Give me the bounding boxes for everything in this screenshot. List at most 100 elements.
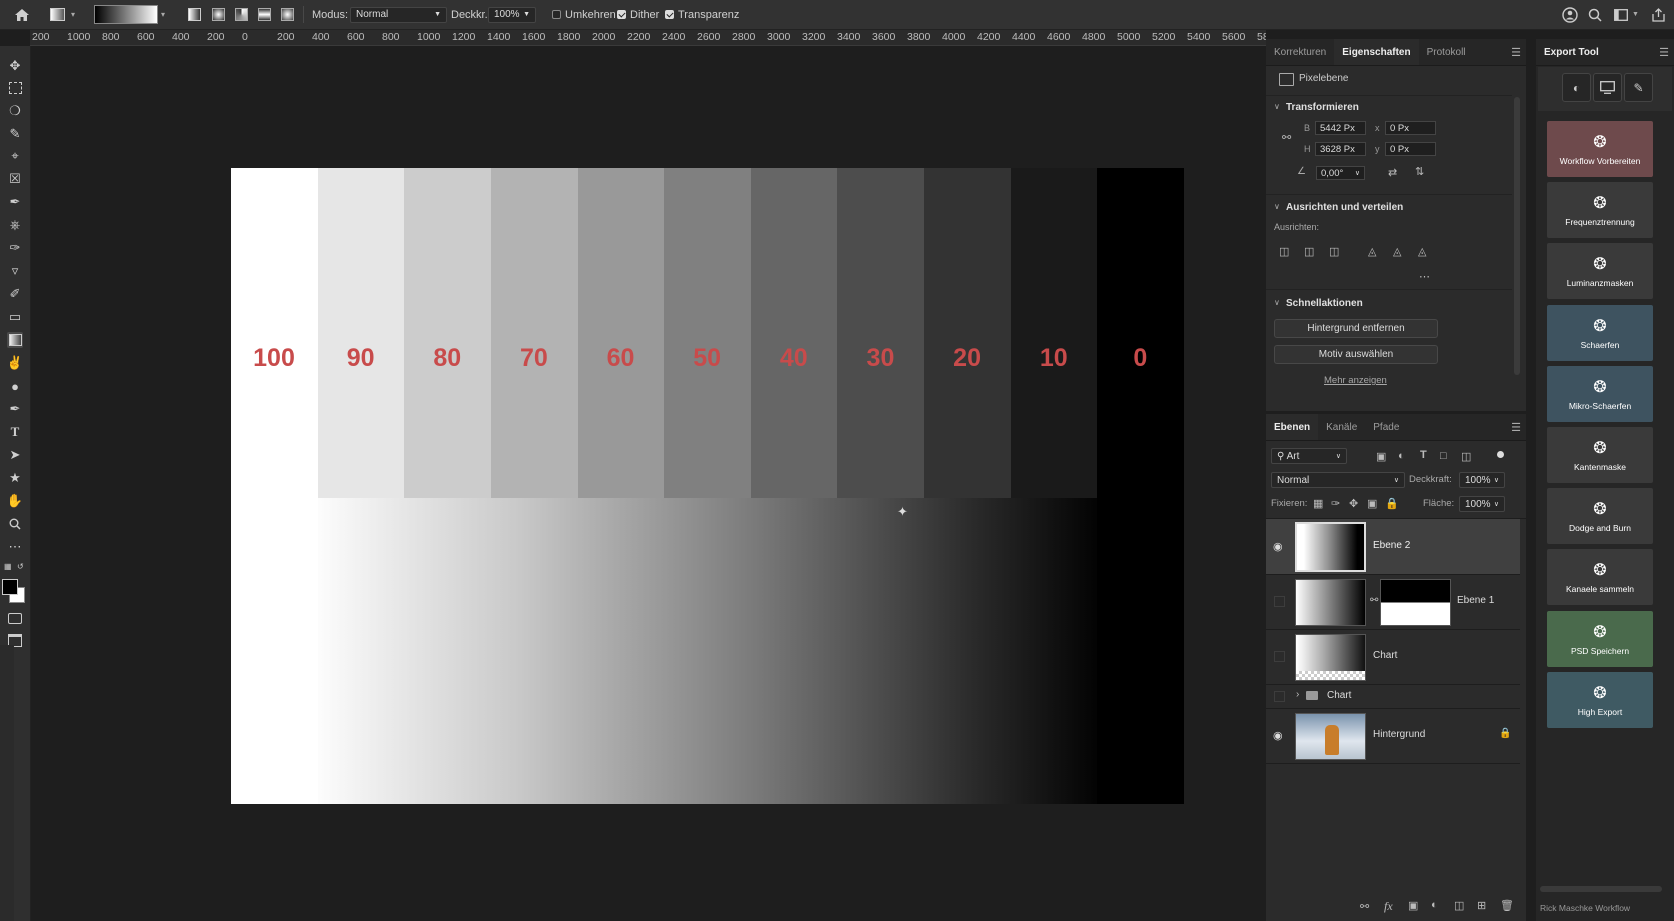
filter-adjustment-icon[interactable]: ◐ <box>1398 450 1405 462</box>
shape-tool-icon[interactable]: ★ <box>7 470 23 486</box>
pencil-icon[interactable]: ✎ <box>1624 73 1653 102</box>
add-mask-icon[interactable]: ▣ <box>1408 899 1418 912</box>
filter-type-icon[interactable]: T <box>1420 449 1427 461</box>
export-action-button[interactable]: ❂ Frequenztrennung <box>1547 182 1653 239</box>
reverse-checkbox[interactable]: Umkehren <box>552 0 616 29</box>
layer-row[interactable]: Chart <box>1266 629 1520 685</box>
quick-mask-icon[interactable] <box>7 610 23 626</box>
align-left-icon[interactable]: ◫ <box>1279 245 1289 258</box>
foreground-color-swatch[interactable] <box>2 579 18 595</box>
layer-row[interactable]: ⚯ Ebene 1 <box>1266 574 1520 630</box>
share-user-icon[interactable] <box>1562 0 1578 29</box>
panel-menu-icon[interactable]: ☰ <box>1659 46 1669 59</box>
tab-export-tool[interactable]: Export Tool <box>1536 39 1607 65</box>
link-icon[interactable]: ⚯ <box>1282 131 1291 144</box>
chevron-down-icon[interactable]: ∨ <box>1274 298 1280 307</box>
panel-menu-icon[interactable]: ☰ <box>1511 46 1521 59</box>
visibility-toggle[interactable] <box>1274 596 1285 607</box>
mode-select[interactable]: Normal ▼ <box>350 0 447 29</box>
export-action-button[interactable]: ❂ Kanaele sammeln <box>1547 549 1653 606</box>
linear-gradient-button[interactable] <box>188 0 201 29</box>
default-colors-icon[interactable]: ▦ <box>4 562 12 571</box>
brush-tool-icon[interactable]: ✑ <box>7 240 23 256</box>
filter-shape-icon[interactable]: □ <box>1440 450 1447 462</box>
scrollbar[interactable] <box>1540 886 1662 892</box>
layer-mask-thumbnail[interactable] <box>1380 579 1451 626</box>
export-action-button[interactable]: ❂ Luminanzmasken <box>1547 243 1653 300</box>
visibility-toggle[interactable] <box>1274 691 1285 702</box>
height-field[interactable]: 3628 Px <box>1315 142 1366 156</box>
chevron-down-icon[interactable]: ∨ <box>1274 202 1280 211</box>
type-tool-icon[interactable]: T <box>7 424 23 440</box>
lasso-tool-icon[interactable]: ❍ <box>7 103 23 119</box>
radial-gradient-button[interactable] <box>212 0 225 29</box>
y-field[interactable]: 0 Px <box>1385 142 1436 156</box>
angle-gradient-button[interactable] <box>235 0 248 29</box>
link-layers-icon[interactable]: ⚯ <box>1360 900 1369 913</box>
lock-pixels-icon[interactable]: ✑ <box>1331 497 1340 510</box>
remove-background-button[interactable]: Hintergrund entfernen <box>1274 319 1438 338</box>
new-layer-icon[interactable]: ⊞ <box>1477 899 1486 912</box>
eye-icon[interactable]: ◉ <box>1273 540 1283 553</box>
new-group-icon[interactable]: ◫ <box>1454 899 1464 912</box>
eyedropper-tool-icon[interactable]: ✒ <box>7 194 23 210</box>
home-icon[interactable] <box>14 0 30 29</box>
scrollbar[interactable] <box>1514 97 1520 375</box>
lock-all-icon[interactable]: 🔒 <box>1385 497 1399 510</box>
dodge-tool-icon[interactable]: ● <box>7 378 23 394</box>
export-action-button[interactable]: ❂ Kantenmaske <box>1547 427 1653 483</box>
export-action-button[interactable]: ❂ Schaerfen <box>1547 304 1653 361</box>
tab-korrekturen[interactable]: Korrekturen <box>1266 39 1334 65</box>
mask-link-icon[interactable]: ⚯ <box>1370 595 1378 606</box>
export-action-button[interactable]: ❂ Dodge and Burn <box>1547 488 1653 545</box>
fill-select[interactable]: 100% ∨ <box>1459 496 1505 512</box>
export-action-button[interactable]: ❂ Workflow Vorbereiten <box>1547 121 1653 177</box>
history-brush-tool-icon[interactable]: ✐ <box>7 286 23 302</box>
move-tool-icon[interactable]: ✥ <box>7 58 23 74</box>
hand-tool-icon[interactable]: ✋ <box>7 493 23 509</box>
x-field[interactable]: 0 Px <box>1385 121 1436 135</box>
gradient-tool-icon[interactable] <box>7 332 23 348</box>
quick-selection-tool-icon[interactable]: ✎ <box>7 126 23 142</box>
dither-checkbox[interactable]: Dither <box>617 0 659 29</box>
diamond-gradient-button[interactable] <box>281 0 294 29</box>
layer-group-row[interactable]: › Chart <box>1266 684 1520 709</box>
flip-horizontal-icon[interactable]: ⇄ <box>1388 166 1397 179</box>
align-top-icon[interactable]: ◬ <box>1368 245 1376 258</box>
fx-icon[interactable]: fx <box>1384 899 1393 914</box>
transparency-checkbox[interactable]: Transparenz <box>665 0 739 29</box>
align-center-vertical-icon[interactable]: ◬ <box>1393 245 1401 258</box>
layer-filter-select[interactable]: ⚲ Art ∨ <box>1271 448 1347 464</box>
tab-kanaele[interactable]: Kanäle <box>1318 414 1365 440</box>
export-action-button[interactable]: ❂ PSD Speichern <box>1547 610 1653 667</box>
marquee-tool-icon[interactable] <box>7 80 23 96</box>
export-action-button[interactable]: ❂ High Export <box>1547 671 1653 728</box>
align-center-horizontal-icon[interactable]: ◫ <box>1304 245 1314 258</box>
healing-brush-tool-icon[interactable]: ⎈ <box>7 217 23 233</box>
opacity-select[interactable]: 100% ▼ <box>488 0 536 29</box>
share-icon[interactable] <box>1652 0 1665 29</box>
eraser-tool-icon[interactable]: ▭ <box>7 309 23 325</box>
path-selection-tool-icon[interactable]: ➤ <box>7 447 23 463</box>
frame-tool-icon[interactable]: ☒ <box>7 171 23 187</box>
crop-tool-icon[interactable]: ⌖ <box>7 148 23 164</box>
chevron-down-icon[interactable]: ∨ <box>1274 102 1280 111</box>
filter-smart-object-icon[interactable]: ◫ <box>1461 450 1471 463</box>
angle-field[interactable]: 0,00° ∨ <box>1316 166 1365 180</box>
layer-opacity-select[interactable]: 100% ∨ <box>1459 472 1505 488</box>
select-subject-button[interactable]: Motiv auswählen <box>1274 345 1438 364</box>
layer-row[interactable]: ◉ Ebene 2 <box>1266 519 1520 575</box>
chevron-right-icon[interactable]: › <box>1296 689 1299 700</box>
stamp-tool-icon[interactable]: ▿ <box>7 263 23 279</box>
show-more-link[interactable]: Mehr anzeigen <box>1324 375 1387 386</box>
gradient-tool-icon[interactable]: ▾ <box>50 0 75 29</box>
reflected-gradient-button[interactable] <box>258 0 271 29</box>
document-canvas[interactable]: 100 90 80 70 60 50 40 30 20 10 0 <box>231 168 1185 804</box>
align-bottom-icon[interactable]: ◬ <box>1418 245 1426 258</box>
swap-colors-icon[interactable]: ↺ <box>17 562 24 571</box>
tab-protokoll[interactable]: Protokoll <box>1419 39 1474 65</box>
export-action-button[interactable]: ❂ Mikro-Schaerfen <box>1547 365 1653 422</box>
panel-menu-icon[interactable]: ☰ <box>1511 421 1521 434</box>
eye-icon[interactable]: ◉ <box>1273 729 1283 742</box>
align-right-icon[interactable]: ◫ <box>1329 245 1339 258</box>
